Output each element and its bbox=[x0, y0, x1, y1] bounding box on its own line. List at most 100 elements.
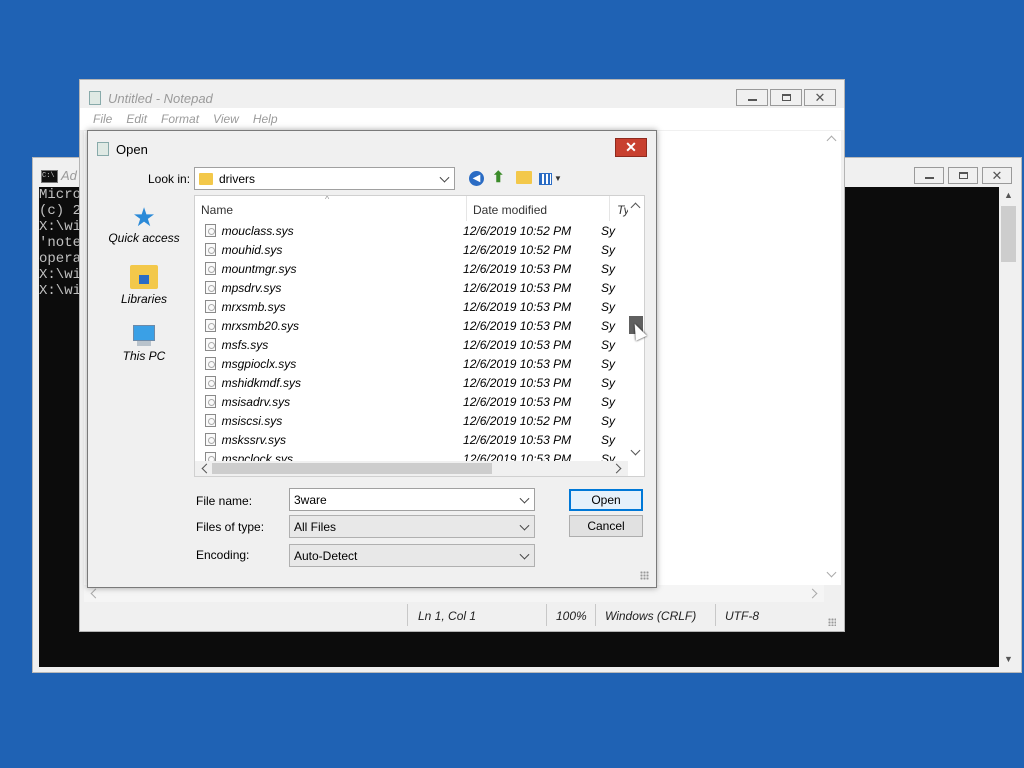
cmd-scrollbar[interactable]: ▲ ▼ bbox=[1000, 188, 1017, 668]
notepad-minimize-button[interactable] bbox=[736, 89, 768, 106]
file-name: mpsdrv.sys bbox=[221, 280, 282, 295]
close-icon: ✕ bbox=[625, 139, 637, 155]
file-icon bbox=[205, 414, 216, 427]
look-in-combobox[interactable]: drivers bbox=[194, 167, 455, 190]
file-icon bbox=[205, 433, 216, 446]
table-row[interactable]: mrxsmb20.sys 12/6/2019 10:53 PM Sy bbox=[195, 316, 615, 335]
places-libraries[interactable]: Libraries bbox=[102, 265, 186, 315]
resize-grip-icon[interactable] bbox=[640, 571, 649, 580]
scroll-left-arrow-icon[interactable] bbox=[90, 588, 101, 599]
scroll-down-arrow-icon[interactable] bbox=[826, 567, 837, 578]
places-label: Quick access bbox=[108, 231, 180, 245]
scroll-down-arrow-icon[interactable] bbox=[630, 445, 641, 456]
notepad-title: Untitled - Notepad bbox=[108, 91, 213, 106]
scroll-up-arrow-icon[interactable]: ▲ bbox=[1004, 190, 1013, 200]
file-name: mshidkmdf.sys bbox=[221, 375, 301, 390]
table-row[interactable]: mpsdrv.sys 12/6/2019 10:53 PM Sy bbox=[195, 278, 615, 297]
menu-help[interactable]: Help bbox=[253, 112, 278, 126]
table-row[interactable]: mskssrv.sys 12/6/2019 10:53 PM Sy bbox=[195, 430, 615, 449]
dialog-icon bbox=[97, 142, 109, 156]
cmd-maximize-button[interactable] bbox=[948, 167, 978, 184]
file-list-horizontal-thumb[interactable] bbox=[212, 463, 492, 474]
menu-edit[interactable]: Edit bbox=[126, 112, 147, 126]
back-icon[interactable]: ◀ bbox=[469, 171, 484, 186]
notepad-maximize-button[interactable] bbox=[770, 89, 802, 106]
notepad-close-button[interactable]: ✕ bbox=[804, 89, 836, 106]
table-row[interactable]: msfs.sys 12/6/2019 10:53 PM Sy bbox=[195, 335, 615, 354]
notepad-vertical-scrollbar[interactable] bbox=[824, 131, 841, 585]
status-position: Ln 1, Col 1 bbox=[418, 609, 477, 623]
file-list[interactable]: ^ Name Date modified Ty mouclass.sys 12/6… bbox=[194, 195, 645, 477]
scroll-right-arrow-icon[interactable] bbox=[611, 463, 622, 474]
file-name: msgpioclx.sys bbox=[221, 356, 297, 371]
scroll-left-arrow-icon[interactable] bbox=[201, 463, 212, 474]
table-row[interactable]: msgpioclx.sys 12/6/2019 10:53 PM Sy bbox=[195, 354, 615, 373]
file-name: msisadrv.sys bbox=[221, 394, 291, 409]
encoding-combobox[interactable]: Auto-Detect bbox=[289, 544, 535, 567]
up-folder-icon[interactable]: ⬆ bbox=[492, 169, 508, 186]
file-name: mrxsmb20.sys bbox=[221, 318, 299, 333]
file-name-input[interactable]: 3ware bbox=[289, 488, 535, 511]
scroll-down-arrow-icon[interactable]: ▼ bbox=[1004, 654, 1013, 664]
places-this-pc[interactable]: This PC bbox=[102, 325, 186, 375]
file-icon bbox=[205, 319, 216, 332]
file-date: 12/6/2019 10:53 PM bbox=[463, 261, 572, 276]
open-button[interactable]: Open bbox=[569, 489, 643, 511]
cancel-button[interactable]: Cancel bbox=[569, 515, 643, 537]
scroll-up-arrow-icon[interactable] bbox=[826, 135, 837, 146]
column-header-name[interactable]: Name bbox=[201, 203, 233, 217]
file-date: 12/6/2019 10:52 PM bbox=[463, 223, 572, 238]
table-row[interactable]: msisadrv.sys 12/6/2019 10:53 PM Sy bbox=[195, 392, 615, 411]
file-date: 12/6/2019 10:53 PM bbox=[463, 394, 572, 409]
menu-format[interactable]: Format bbox=[161, 112, 199, 126]
file-icon bbox=[205, 224, 216, 237]
view-menu-icon[interactable]: ▼ bbox=[539, 171, 565, 186]
resize-grip-icon[interactable] bbox=[828, 618, 836, 626]
file-list-horizontal-scrollbar[interactable] bbox=[195, 461, 628, 476]
table-row[interactable]: mrxsmb.sys 12/6/2019 10:53 PM Sy bbox=[195, 297, 615, 316]
file-name-value: 3ware bbox=[294, 492, 327, 507]
scroll-right-arrow-icon[interactable] bbox=[807, 588, 818, 599]
table-row[interactable]: mshidkmdf.sys 12/6/2019 10:53 PM Sy bbox=[195, 373, 615, 392]
chevron-down-icon bbox=[519, 549, 530, 560]
file-name: msfs.sys bbox=[221, 337, 269, 352]
file-icon bbox=[205, 376, 216, 389]
new-folder-icon[interactable] bbox=[516, 171, 532, 184]
files-of-type-combobox[interactable]: All Files bbox=[289, 515, 535, 538]
table-row[interactable]: mouclass.sys 12/6/2019 10:52 PM Sy bbox=[195, 221, 615, 240]
dialog-close-button[interactable]: ✕ bbox=[615, 138, 647, 157]
cmd-title: Ad bbox=[61, 168, 77, 183]
file-list-header: ^ Name Date modified Ty bbox=[195, 196, 629, 221]
cmd-minimize-button[interactable] bbox=[914, 167, 944, 184]
cmd-close-button[interactable]: ✕ bbox=[982, 167, 1012, 184]
cancel-button-label: Cancel bbox=[587, 519, 625, 533]
folder-icon bbox=[199, 172, 213, 185]
file-date: 12/6/2019 10:53 PM bbox=[463, 337, 572, 352]
encoding-label: Encoding: bbox=[196, 548, 250, 562]
maximize-icon bbox=[781, 94, 791, 101]
file-icon bbox=[205, 243, 216, 256]
file-name: mouhid.sys bbox=[221, 242, 283, 257]
look-in-value: drivers bbox=[219, 171, 256, 186]
table-row[interactable]: msiscsi.sys 12/6/2019 10:52 PM Sy bbox=[195, 411, 615, 430]
menu-view[interactable]: View bbox=[213, 112, 239, 126]
file-name-label: File name: bbox=[196, 494, 253, 508]
file-date: 12/6/2019 10:53 PM bbox=[463, 356, 572, 371]
file-name: mouclass.sys bbox=[221, 223, 294, 238]
file-type: Sy bbox=[600, 242, 615, 257]
table-row[interactable]: mountmgr.sys 12/6/2019 10:53 PM Sy bbox=[195, 259, 615, 278]
scroll-up-arrow-icon[interactable] bbox=[630, 202, 641, 213]
column-header-date[interactable]: Date modified bbox=[473, 203, 547, 217]
close-icon: ✕ bbox=[814, 89, 826, 105]
file-type: Sy bbox=[600, 413, 615, 428]
places-quick-access[interactable]: ★ Quick access bbox=[102, 203, 186, 253]
open-button-label: Open bbox=[591, 493, 621, 507]
maximize-icon bbox=[958, 172, 968, 179]
minimize-icon bbox=[747, 98, 757, 101]
file-type: Sy bbox=[600, 261, 615, 276]
menu-file[interactable]: File bbox=[93, 112, 112, 126]
cmd-scrollbar-thumb[interactable] bbox=[1001, 206, 1016, 262]
file-name: msiscsi.sys bbox=[221, 413, 283, 428]
table-row[interactable]: mouhid.sys 12/6/2019 10:52 PM Sy bbox=[195, 240, 615, 259]
file-type: Sy bbox=[600, 223, 615, 238]
